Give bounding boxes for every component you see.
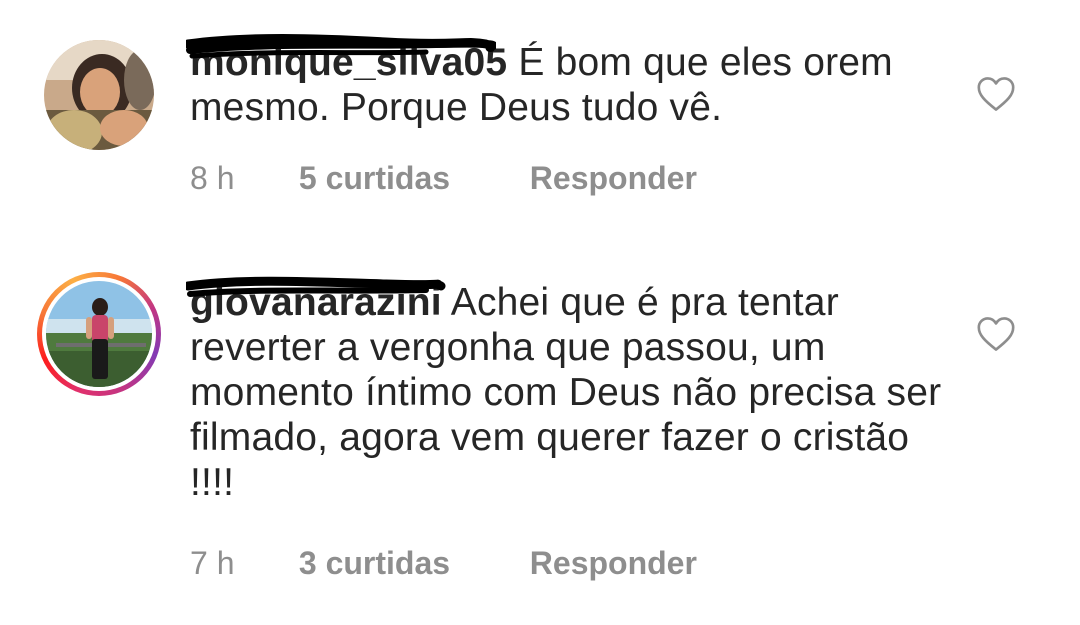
comment-meta: 8 h 5 curtidas Responder xyxy=(190,160,697,197)
reply-button[interactable]: Responder xyxy=(530,160,697,197)
comment-username[interactable]: giovanarazini xyxy=(186,276,446,325)
heart-outline-icon[interactable] xyxy=(976,316,1016,352)
profile-photo xyxy=(46,281,152,387)
avatar[interactable] xyxy=(44,40,154,150)
comment-username[interactable]: monique_silva05 xyxy=(186,34,507,85)
comment-body: monique_silva05 É bom que eles orem mesm… xyxy=(186,34,950,130)
reply-button[interactable]: Responder xyxy=(530,545,697,582)
comment-item: monique_silva05 É bom que eles orem mesm… xyxy=(0,0,1080,230)
comment-time: 8 h xyxy=(190,160,235,196)
likes-count-button[interactable]: 5 curtidas xyxy=(299,160,521,197)
comment-body: giovanarazini Achei que é pra tentar rev… xyxy=(186,276,950,505)
comment-meta: 7 h 3 curtidas Responder xyxy=(190,545,697,582)
heart-outline-icon[interactable] xyxy=(976,76,1016,112)
comment-item: giovanarazini Achei que é pra tentar rev… xyxy=(0,230,1080,625)
profile-photo-icon xyxy=(46,281,152,387)
likes-count-button[interactable]: 3 curtidas xyxy=(299,545,521,582)
comment-time: 7 h xyxy=(190,545,235,581)
avatar[interactable] xyxy=(37,272,161,396)
profile-photo-icon xyxy=(44,40,154,150)
